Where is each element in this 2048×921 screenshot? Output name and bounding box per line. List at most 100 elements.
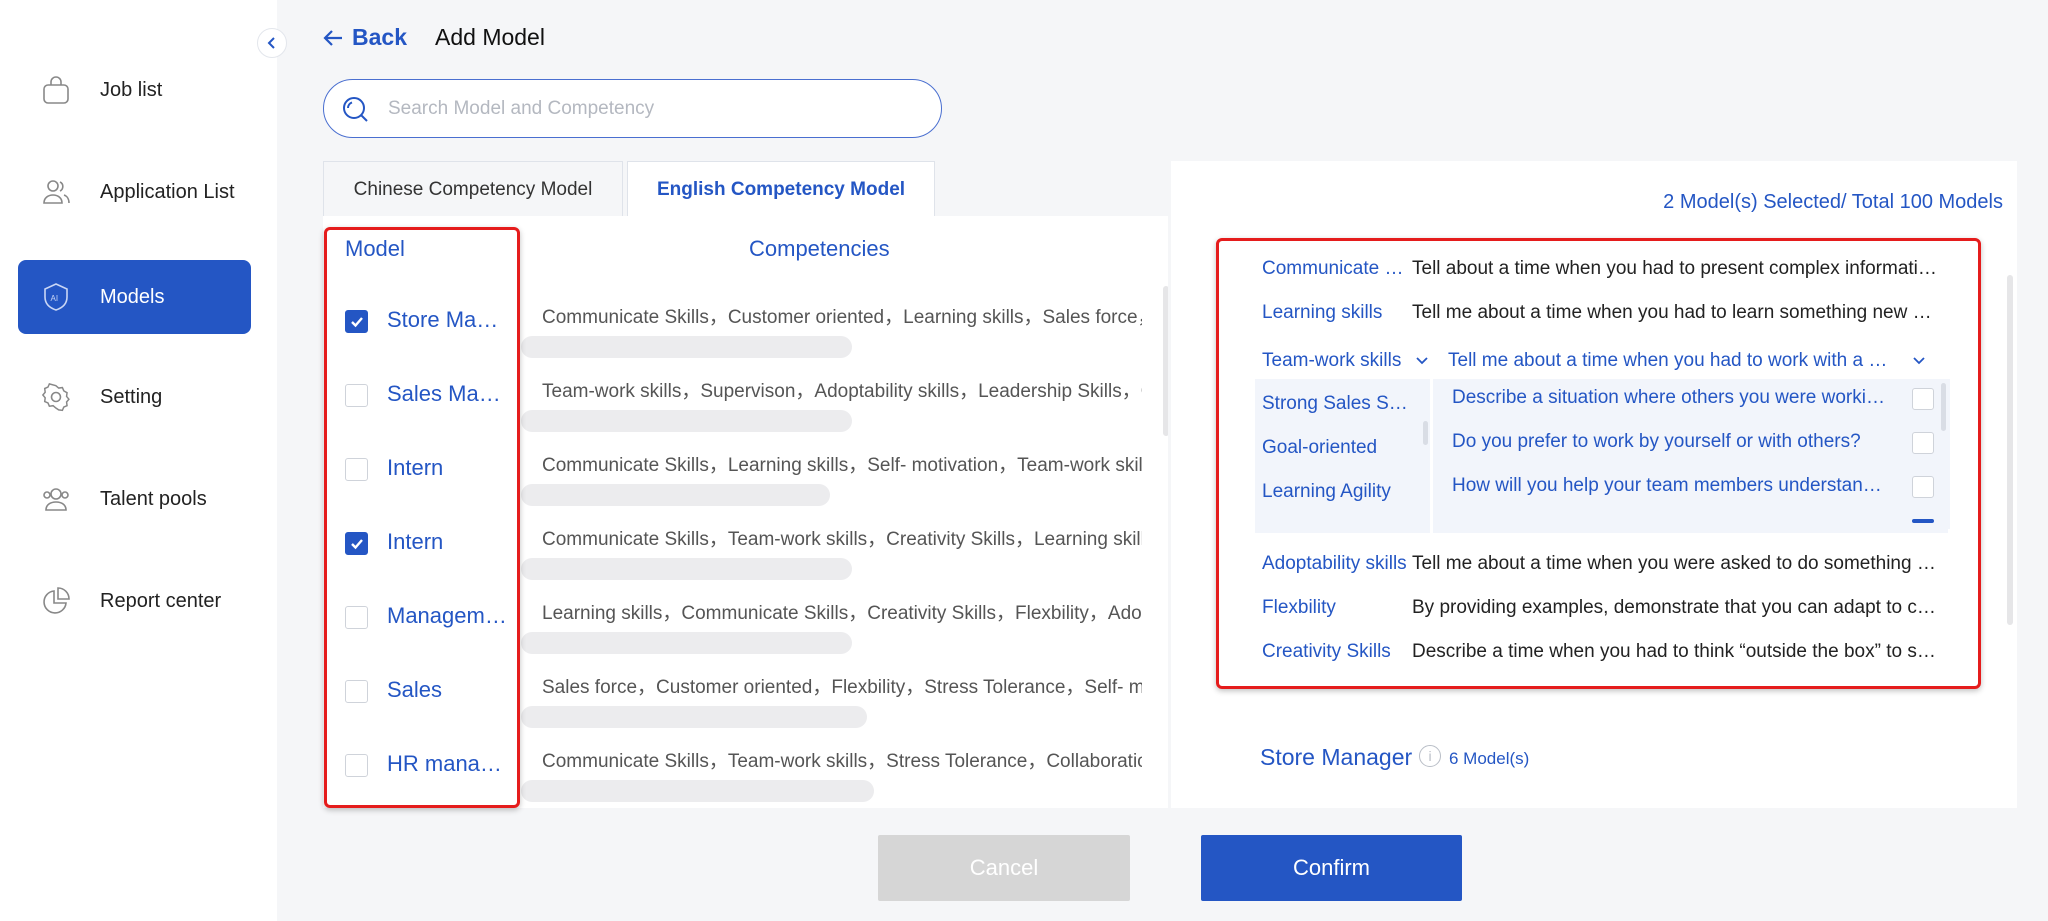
question-checkbox[interactable] <box>1912 388 1934 410</box>
sidebar-item-job-list[interactable]: Job list <box>18 53 251 127</box>
chevron-left-icon <box>267 37 275 49</box>
model-name[interactable]: Store Manager <box>387 307 509 333</box>
vertical-scrollbar[interactable] <box>2007 275 2013 625</box>
competency-name: Flexbility <box>1262 597 1336 618</box>
competencies-column-header: Competencies <box>749 236 890 261</box>
model-name[interactable]: Intern <box>387 455 509 481</box>
model-name[interactable]: Management <box>387 603 509 629</box>
question-text: Describe a time when you had to think “o… <box>1412 641 1942 662</box>
search-input[interactable] <box>388 97 908 120</box>
model-checkbox[interactable] <box>345 754 368 777</box>
model-checkbox[interactable] <box>345 606 368 629</box>
competency-option[interactable]: Strong Sales Skills <box>1262 393 1410 415</box>
competency-name: Adoptability skills <box>1262 553 1407 574</box>
model-checkbox[interactable] <box>345 310 368 333</box>
question-row[interactable]: Adoptability skills Tell me about a time… <box>1219 544 1978 584</box>
competency-list: Sales force，Customer oriented，Flexbility… <box>542 677 1142 698</box>
confirm-button[interactable]: Confirm <box>1201 835 1462 901</box>
question-checkbox[interactable] <box>1912 476 1934 498</box>
tab-english-competency-model[interactable]: English Competency Model <box>627 161 935 217</box>
model-name[interactable]: Sales <box>387 677 509 703</box>
question-preview-box: Communicate Skills Tell about a time whe… <box>1216 238 1981 689</box>
dropdown-scrollbar[interactable] <box>1423 421 1428 445</box>
question-checkbox[interactable] <box>1912 432 1934 454</box>
model-row[interactable]: Sales Sales force，Customer oriented，Flex… <box>323 656 1168 730</box>
competency-list: Communicate Skills，Team-work skills，Crea… <box>542 529 1142 550</box>
question-text: By providing examples, demonstrate that … <box>1412 597 1942 618</box>
competency-scrollbar[interactable] <box>521 558 852 580</box>
tab-chinese-competency-model[interactable]: Chinese Competency Model <box>323 161 623 217</box>
svg-text:AI: AI <box>51 294 59 303</box>
model-column-header: Model <box>345 236 405 261</box>
question-row[interactable]: Creativity Skills Describe a time when y… <box>1219 632 1978 672</box>
check-icon <box>350 538 363 549</box>
question-option[interactable]: Describe a situation where others you we… <box>1452 387 1892 409</box>
sidebar-item-talent-pools[interactable]: Talent pools <box>18 462 251 536</box>
sidebar-item-application-list[interactable]: Application List <box>18 155 251 229</box>
selection-summary: 2 Model(s) Selected/ Total 100 Models <box>1663 191 2003 213</box>
model-row[interactable]: Sales Manager Team-work skills，Superviso… <box>323 360 1168 434</box>
sidebar-item-label: Job list <box>100 78 163 101</box>
arrow-left-icon <box>323 29 342 46</box>
ai-shield-icon: AI <box>40 281 72 313</box>
model-row[interactable]: HR manager Communicate Skills，Team-work … <box>323 730 1168 804</box>
model-checkbox[interactable] <box>345 532 368 555</box>
competency-dropdown: Strong Sales Skills Goal-oriented Learni… <box>1255 379 1430 533</box>
competency-scrollbar[interactable] <box>521 484 830 506</box>
model-checkbox[interactable] <box>345 680 368 703</box>
competency-list: Communicate Skills，Customer oriented，Lea… <box>542 307 1142 328</box>
check-icon <box>350 316 363 327</box>
sidebar-item-report-center[interactable]: Report center <box>18 564 251 638</box>
group-title: Store Manager <box>1260 744 1413 770</box>
model-row[interactable]: Intern Communicate Skills，Team-work skil… <box>323 508 1168 582</box>
question-row[interactable]: Communicate Skills Tell about a time whe… <box>1219 249 1978 289</box>
cancel-button[interactable]: Cancel <box>878 835 1130 901</box>
question-option[interactable]: Do you prefer to work by yourself or wit… <box>1452 431 1892 453</box>
competency-name: Creativity Skills <box>1262 641 1391 662</box>
model-row[interactable]: Store Manager Communicate Skills，Custome… <box>323 286 1168 360</box>
group-model-count: 6 Model(s) <box>1449 749 1530 768</box>
competency-scrollbar[interactable] <box>521 706 867 728</box>
competency-scrollbar[interactable] <box>521 410 852 432</box>
question-text: Tell me about a time when you had to lea… <box>1412 302 1942 323</box>
vertical-scrollbar[interactable] <box>1163 286 1168 436</box>
competency-scrollbar[interactable] <box>521 780 874 802</box>
info-icon[interactable]: i <box>1419 745 1441 767</box>
sidebar-item-models[interactable]: AI Models <box>18 260 251 334</box>
competency-list: Learning skills，Communicate Skills，Creat… <box>542 603 1142 624</box>
model-row[interactable]: Management Learning skills，Communicate S… <box>323 582 1168 656</box>
question-row[interactable]: Flexbility By providing examples, demons… <box>1219 588 1978 628</box>
question-option[interactable]: How will you help your team members unde… <box>1452 475 1892 497</box>
competency-name: Communicate Skills <box>1262 258 1407 279</box>
question-text: Tell about a time when you had to presen… <box>1412 258 1942 279</box>
back-label: Back <box>352 24 407 50</box>
dropdown-scrollbar[interactable] <box>1941 383 1946 431</box>
model-checkbox[interactable] <box>345 384 368 407</box>
competency-option[interactable]: Learning Agility <box>1262 481 1410 503</box>
sidebar-item-label: Application List <box>100 180 235 203</box>
search-box <box>323 79 942 138</box>
gear-icon <box>40 381 72 413</box>
competency-option[interactable]: Goal-oriented <box>1262 437 1410 459</box>
back-button[interactable]: Back <box>322 24 407 51</box>
group-icon <box>40 483 72 515</box>
model-checkbox[interactable] <box>345 458 368 481</box>
model-name[interactable]: HR manager <box>387 751 509 777</box>
competency-list: Team-work skills，Supervison，Adoptability… <box>542 381 1142 402</box>
competency-scrollbar[interactable] <box>521 632 852 654</box>
sidebar-item-label: Setting <box>100 385 163 408</box>
model-row[interactable]: Intern Communicate Skills，Learning skill… <box>323 434 1168 508</box>
model-name[interactable]: Sales Manager <box>387 381 509 407</box>
collapse-sidebar-button[interactable] <box>257 28 287 58</box>
sidebar-item-setting[interactable]: Setting <box>18 360 251 434</box>
competency-scrollbar[interactable] <box>521 336 852 358</box>
pie-chart-icon <box>40 585 72 617</box>
search-icon <box>343 96 368 122</box>
page-title: Add Model <box>435 24 545 50</box>
dropdown-area: Strong Sales Skills Goal-oriented Learni… <box>1255 343 1950 533</box>
question-row[interactable]: Learning skills Tell me about a time whe… <box>1219 293 1978 333</box>
competency-list: Communicate Skills，Team-work skills，Stre… <box>542 751 1142 772</box>
model-name[interactable]: Intern <box>387 529 509 555</box>
selected-indicator <box>1912 519 1934 523</box>
users-icon <box>40 176 72 208</box>
